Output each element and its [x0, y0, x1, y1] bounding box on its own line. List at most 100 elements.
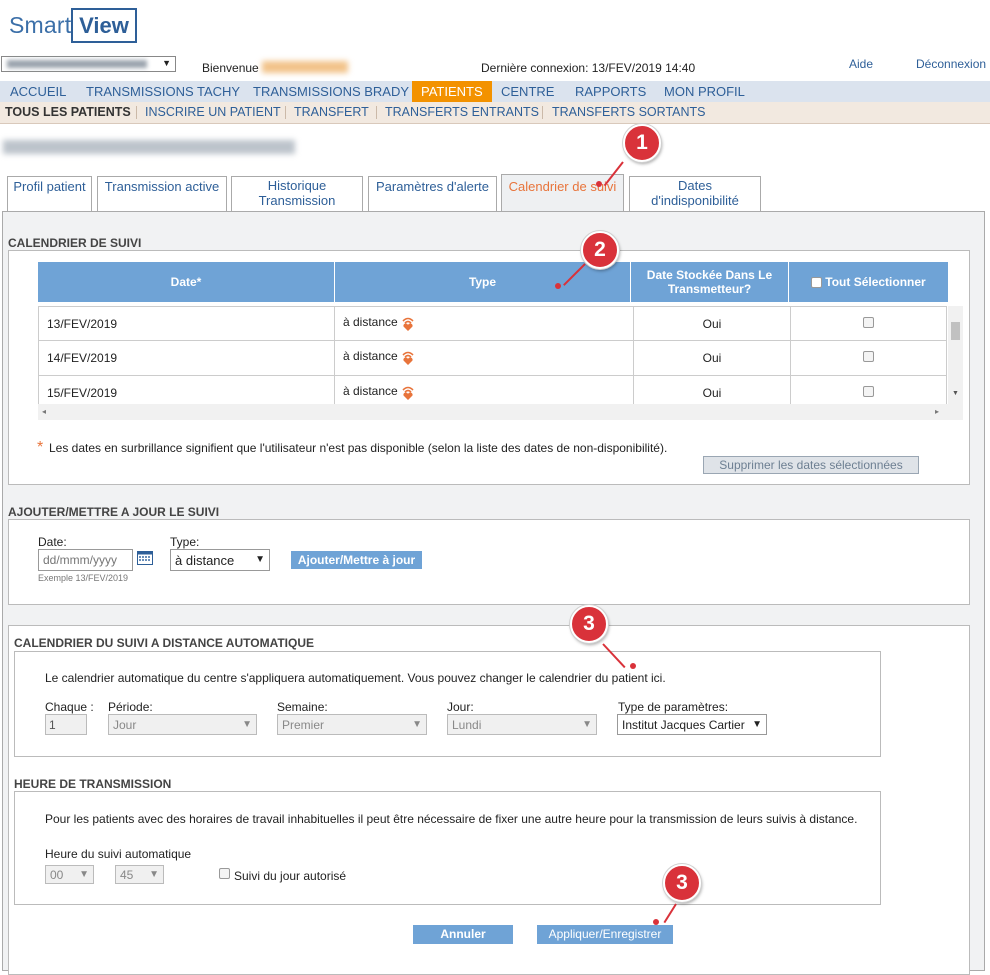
add-update-section-title: AJOUTER/METTRE A JOUR LE SUIVI — [8, 505, 220, 519]
chevron-down-icon: ▼ — [751, 719, 762, 730]
nav-patients[interactable]: PATIENTS — [412, 81, 492, 102]
subnav-transfert[interactable]: TRANSFERT — [294, 102, 369, 123]
minute-select[interactable]: 45 ▼ — [115, 865, 164, 884]
param-type-label: Type de paramètres: — [618, 700, 729, 714]
minute-select-value: 45 — [120, 868, 134, 882]
row-type-label: à distance — [343, 349, 398, 363]
table-row: 14/FEV/2019 à distance Oui — [38, 341, 947, 376]
subnav-divider — [376, 106, 377, 119]
auto-schedule-description: Le calendrier automatique du centre s'ap… — [45, 671, 666, 685]
scroll-down-arrow-icon[interactable]: ▼ — [952, 390, 959, 397]
table-horizontal-scrollbar[interactable]: ◂ ▸ — [38, 404, 963, 420]
transmission-time-section-title: HEURE DE TRANSMISSION — [14, 777, 172, 791]
main-nav: ACCUEIL TRANSMISSIONS TACHY TRANSMISSION… — [0, 81, 990, 103]
same-day-checkbox[interactable] — [219, 868, 230, 879]
vertical-scroll-thumb[interactable] — [951, 322, 960, 340]
tab-dates-indisponibilite[interactable]: Dates d'indisponibilité — [629, 176, 761, 211]
chevron-down-icon: ▼ — [79, 869, 89, 880]
cancel-button[interactable]: Annuler — [413, 925, 513, 944]
help-link[interactable]: Aide — [849, 57, 873, 71]
nav-transmissions-tachy[interactable]: TRANSMISSIONS TACHY — [86, 81, 240, 102]
sub-nav: TOUS LES PATIENTS INSCRIRE UN PATIENT TR… — [0, 102, 990, 124]
row-type-label: à distance — [343, 315, 398, 329]
callout-badge-2: 2 — [581, 231, 619, 269]
row-type: à distance — [335, 341, 634, 375]
same-day-label: Suivi du jour autorisé — [234, 869, 347, 883]
col-stored-header: Date Stockée Dans Le Transmetteur? — [631, 262, 789, 302]
table-vertical-scrollbar[interactable]: ▼ — [948, 306, 963, 404]
remote-monitor-icon — [402, 351, 414, 365]
param-type-select-value: Institut Jacques Cartier — [622, 718, 745, 732]
row-date: 14/FEV/2019 — [38, 341, 335, 375]
col-select-all-header: Tout Sélectionner — [789, 262, 948, 302]
nav-rapports[interactable]: RAPPORTS — [575, 81, 646, 102]
calendar-table-body: 13/FEV/2019 à distance Oui 14/FEV/2019 à… — [38, 306, 963, 404]
row-type: à distance — [335, 376, 634, 404]
row-stored: Oui — [634, 376, 791, 404]
hour-select[interactable]: 00 ▼ — [45, 865, 94, 884]
subnav-transferts-entrants[interactable]: TRANSFERTS ENTRANTS — [385, 102, 539, 123]
type-select-value: à distance — [175, 553, 235, 568]
param-type-select[interactable]: Institut Jacques Cartier ▼ — [617, 714, 767, 735]
redacted-user-name — [262, 61, 348, 73]
row-select-cell — [791, 341, 947, 375]
chevron-down-icon: ▼ — [582, 719, 592, 730]
remote-monitor-icon — [402, 386, 414, 400]
calendar-picker-icon[interactable] — [137, 550, 153, 565]
select-all-checkbox[interactable] — [811, 276, 823, 288]
row-stored: Oui — [634, 307, 791, 341]
callout-badge-1: 1 — [623, 124, 661, 162]
row-checkbox[interactable] — [863, 317, 874, 328]
tab-calendrier-suivi[interactable]: Calendrier de suivi — [501, 174, 624, 212]
row-stored: Oui — [634, 341, 791, 375]
tab-historique-transmission[interactable]: Historique Transmission — [231, 176, 363, 211]
subnav-transferts-sortants[interactable]: TRANSFERTS SORTANTS — [552, 102, 706, 123]
auto-time-label: Heure du suivi automatique — [45, 847, 192, 861]
week-select[interactable]: Premier ▼ — [277, 714, 427, 735]
date-example-text: Exemple 13/FEV/2019 — [38, 573, 129, 583]
chevron-down-icon: ▼ — [149, 869, 159, 880]
row-select-cell — [791, 307, 947, 341]
add-update-button[interactable]: Ajouter/Mettre à jour — [291, 551, 422, 569]
callout-1-dot — [596, 181, 602, 187]
logout-link[interactable]: Déconnexion — [916, 57, 986, 71]
day-select[interactable]: Lundi ▼ — [447, 714, 597, 735]
date-input[interactable] — [38, 549, 133, 571]
row-checkbox[interactable] — [863, 386, 874, 397]
row-checkbox[interactable] — [863, 351, 874, 362]
subnav-divider — [542, 106, 543, 119]
nav-mon-profil[interactable]: MON PROFIL — [664, 81, 745, 102]
row-type-label: à distance — [343, 384, 398, 398]
remote-monitor-icon — [402, 317, 414, 331]
callout-badge-3b: 3 — [663, 864, 701, 902]
subnav-inscrire-patient[interactable]: INSCRIRE UN PATIENT — [145, 102, 281, 123]
tab-parametres-alerte[interactable]: Paramètres d'alerte — [368, 176, 497, 211]
centre-select[interactable]: ▼ — [1, 56, 176, 72]
period-select[interactable]: Jour ▼ — [108, 714, 257, 735]
scroll-left-arrow-icon[interactable]: ◂ — [42, 407, 46, 416]
col-type-header[interactable]: Type — [335, 262, 631, 302]
table-row: 13/FEV/2019 à distance Oui — [38, 306, 947, 341]
nav-transmissions-brady[interactable]: TRANSMISSIONS BRADY — [253, 81, 409, 102]
every-input[interactable]: 1 — [45, 714, 87, 735]
apply-save-button[interactable]: Appliquer/Enregistrer — [537, 925, 673, 944]
chevron-down-icon: ▼ — [255, 554, 265, 565]
callout-badge-3a: 3 — [570, 605, 608, 643]
row-date: 15/FEV/2019 — [38, 376, 335, 404]
subnav-tous-les-patients[interactable]: TOUS LES PATIENTS — [5, 102, 131, 123]
col-date-header[interactable]: Date* — [38, 262, 335, 302]
tab-transmission-active[interactable]: Transmission active — [97, 176, 227, 211]
nav-accueil[interactable]: ACCUEIL — [10, 81, 66, 102]
tab-profil-patient[interactable]: Profil patient — [7, 176, 92, 211]
date-label: Date: — [38, 535, 67, 549]
nav-centre[interactable]: CENTRE — [501, 81, 554, 102]
scroll-right-arrow-icon[interactable]: ▸ — [935, 407, 939, 416]
type-select[interactable]: à distance ▼ — [170, 549, 270, 571]
welcome-text: Bienvenue — [202, 61, 259, 75]
row-type: à distance — [335, 307, 634, 341]
callout-3a-dot — [630, 663, 636, 669]
delete-selected-dates-button[interactable]: Supprimer les dates sélectionnées — [703, 456, 919, 474]
day-select-value: Lundi — [452, 718, 482, 732]
transmission-time-description: Pour les patients avec des horaires de t… — [45, 812, 858, 826]
redacted-patient-info — [3, 140, 295, 154]
